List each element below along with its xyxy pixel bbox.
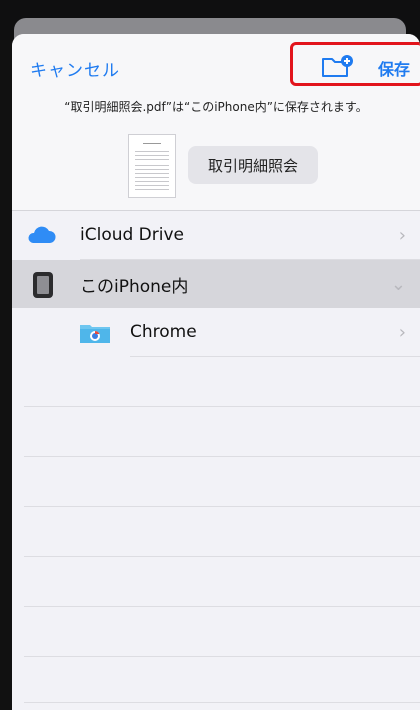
- save-destination-message: “取引明細照会.pdf”は“このiPhone内”に保存されます。: [64, 100, 368, 114]
- location-row-this-iphone[interactable]: このiPhone内 ⌄: [12, 260, 420, 308]
- document-thumbnail: [128, 134, 176, 198]
- save-button[interactable]: 保存: [378, 56, 410, 80]
- location-row-icloud-drive[interactable]: iCloud Drive ›: [12, 211, 420, 259]
- location-label: このiPhone内: [80, 276, 189, 297]
- icloud-icon: [26, 225, 56, 249]
- chevron-right-icon: ›: [398, 224, 406, 246]
- sheet-header: キャンセル 保存 “取引明細照会.pdf”は“このiPhone内”に保存されます…: [12, 34, 420, 211]
- chevron-down-icon: ⌄: [390, 273, 406, 295]
- location-row-chrome[interactable]: Chrome ›: [12, 308, 420, 356]
- new-folder-icon[interactable]: [320, 52, 356, 80]
- row-divider: [130, 356, 420, 357]
- chrome-folder-icon: [78, 321, 112, 349]
- iphone-icon: [32, 271, 54, 303]
- cancel-button[interactable]: キャンセル: [30, 56, 120, 81]
- location-label: iCloud Drive: [80, 225, 185, 245]
- file-name-field[interactable]: 取引明細照会: [188, 146, 318, 184]
- save-sheet: キャンセル 保存 “取引明細照会.pdf”は“このiPhone内”に保存されます…: [12, 34, 420, 710]
- location-label: Chrome: [130, 322, 197, 342]
- chevron-right-icon: ›: [398, 321, 406, 343]
